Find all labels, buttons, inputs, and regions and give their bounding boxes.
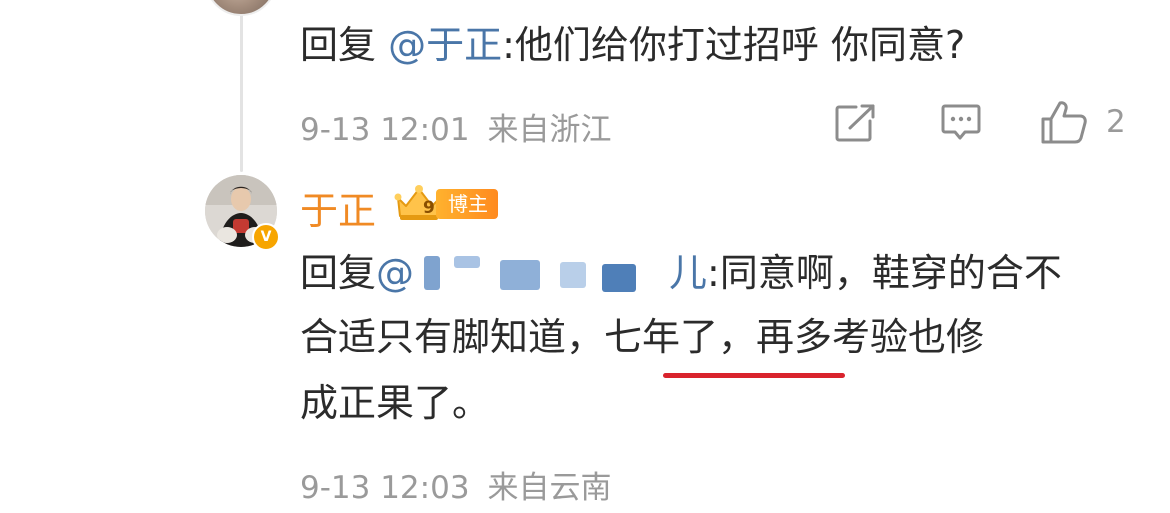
fan-level: 9	[423, 198, 435, 218]
mention-link[interactable]: @于正	[388, 23, 502, 67]
timestamp: 9-13 12:01	[300, 112, 470, 148]
blurred-username	[414, 252, 669, 292]
avatar[interactable]	[205, 0, 277, 16]
comment-meta: 9-13 12:01 来自浙江	[300, 104, 612, 149]
comment-body: 成正果了。	[300, 381, 491, 425]
reply-prefix: 回复	[300, 251, 377, 295]
highlighted-phrase: 七年了，	[604, 315, 757, 359]
comment-text: 回复@ 儿:同意啊，鞋穿的合不	[300, 252, 1062, 292]
location: 来自浙江	[487, 112, 612, 148]
red-underline-annotation	[663, 373, 845, 378]
comment-text-line-2: 合适只有脚知道，七年了，再多考验也修	[300, 318, 984, 356]
comment-body: :他们给你打过招呼 你同意?	[502, 23, 966, 67]
like-count: 2	[1106, 104, 1126, 140]
mention-tail: 儿	[669, 251, 708, 295]
mention-link[interactable]: @ 儿	[376, 251, 707, 295]
location: 来自云南	[487, 470, 612, 506]
comment-meta: 9-13 12:03 来自云南	[300, 462, 612, 507]
repost-icon[interactable]	[834, 103, 876, 143]
username[interactable]: 于正	[300, 180, 376, 235]
timestamp: 9-13 12:03	[300, 470, 470, 506]
comment-body: 再多考验也修	[756, 315, 985, 359]
comment-body: 合适只有脚知道，	[300, 315, 605, 359]
verified-badge: V	[252, 223, 280, 251]
reply-prefix: 回复	[300, 23, 377, 67]
thread-connector-line	[240, 14, 243, 172]
comment-body: :同意啊，鞋穿的合不	[707, 251, 1062, 295]
comment-text: 回复 @于正:他们给你打过招呼 你同意?	[300, 26, 965, 64]
comment-text-line-3: 成正果了。	[300, 384, 490, 422]
badge-label: 博主	[436, 189, 498, 219]
like-icon[interactable]	[1040, 99, 1088, 145]
comment-icon[interactable]	[940, 103, 982, 143]
